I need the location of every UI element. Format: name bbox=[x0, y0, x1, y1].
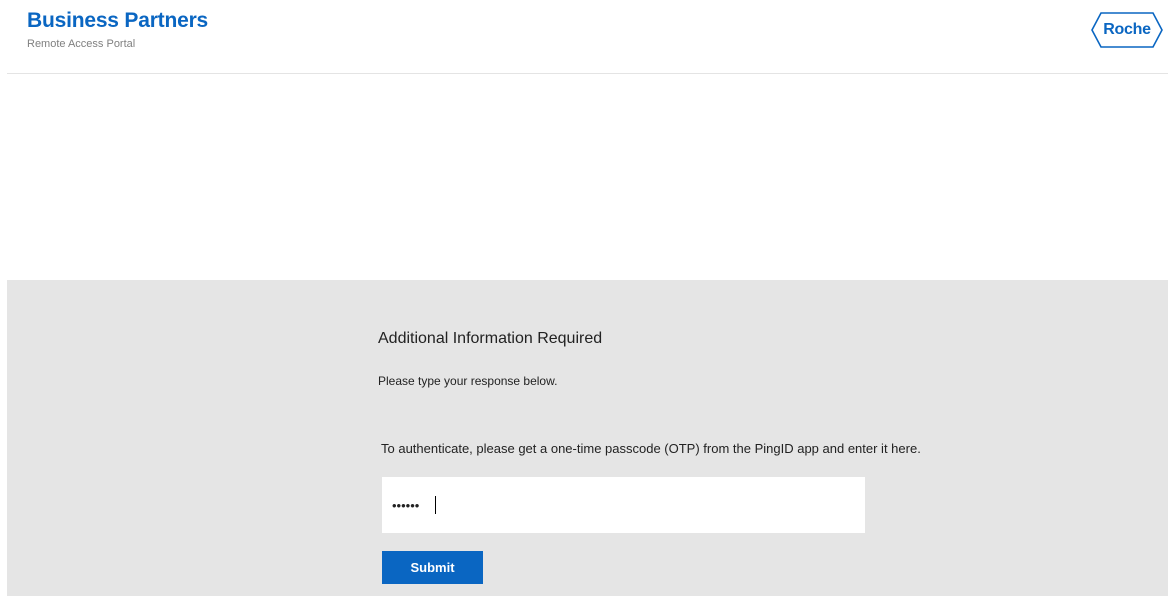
form-heading: Additional Information Required bbox=[378, 330, 603, 347]
auth-panel bbox=[7, 280, 1168, 596]
form-subheading: Please type your response below. bbox=[378, 374, 558, 388]
roche-logo: Roche bbox=[1091, 12, 1163, 48]
portal-title: Business Partners bbox=[27, 9, 209, 32]
header-divider bbox=[7, 73, 1168, 74]
portal-subtitle: Remote Access Portal bbox=[27, 38, 136, 50]
submit-button[interactable]: Submit bbox=[382, 551, 483, 584]
logo-text: Roche bbox=[1103, 21, 1151, 38]
header: Business Partners Remote Access Portal R… bbox=[0, 0, 1168, 73]
text-caret bbox=[435, 496, 436, 514]
otp-prompt: To authenticate, please get a one-time p… bbox=[381, 441, 921, 456]
otp-input[interactable] bbox=[382, 477, 865, 533]
